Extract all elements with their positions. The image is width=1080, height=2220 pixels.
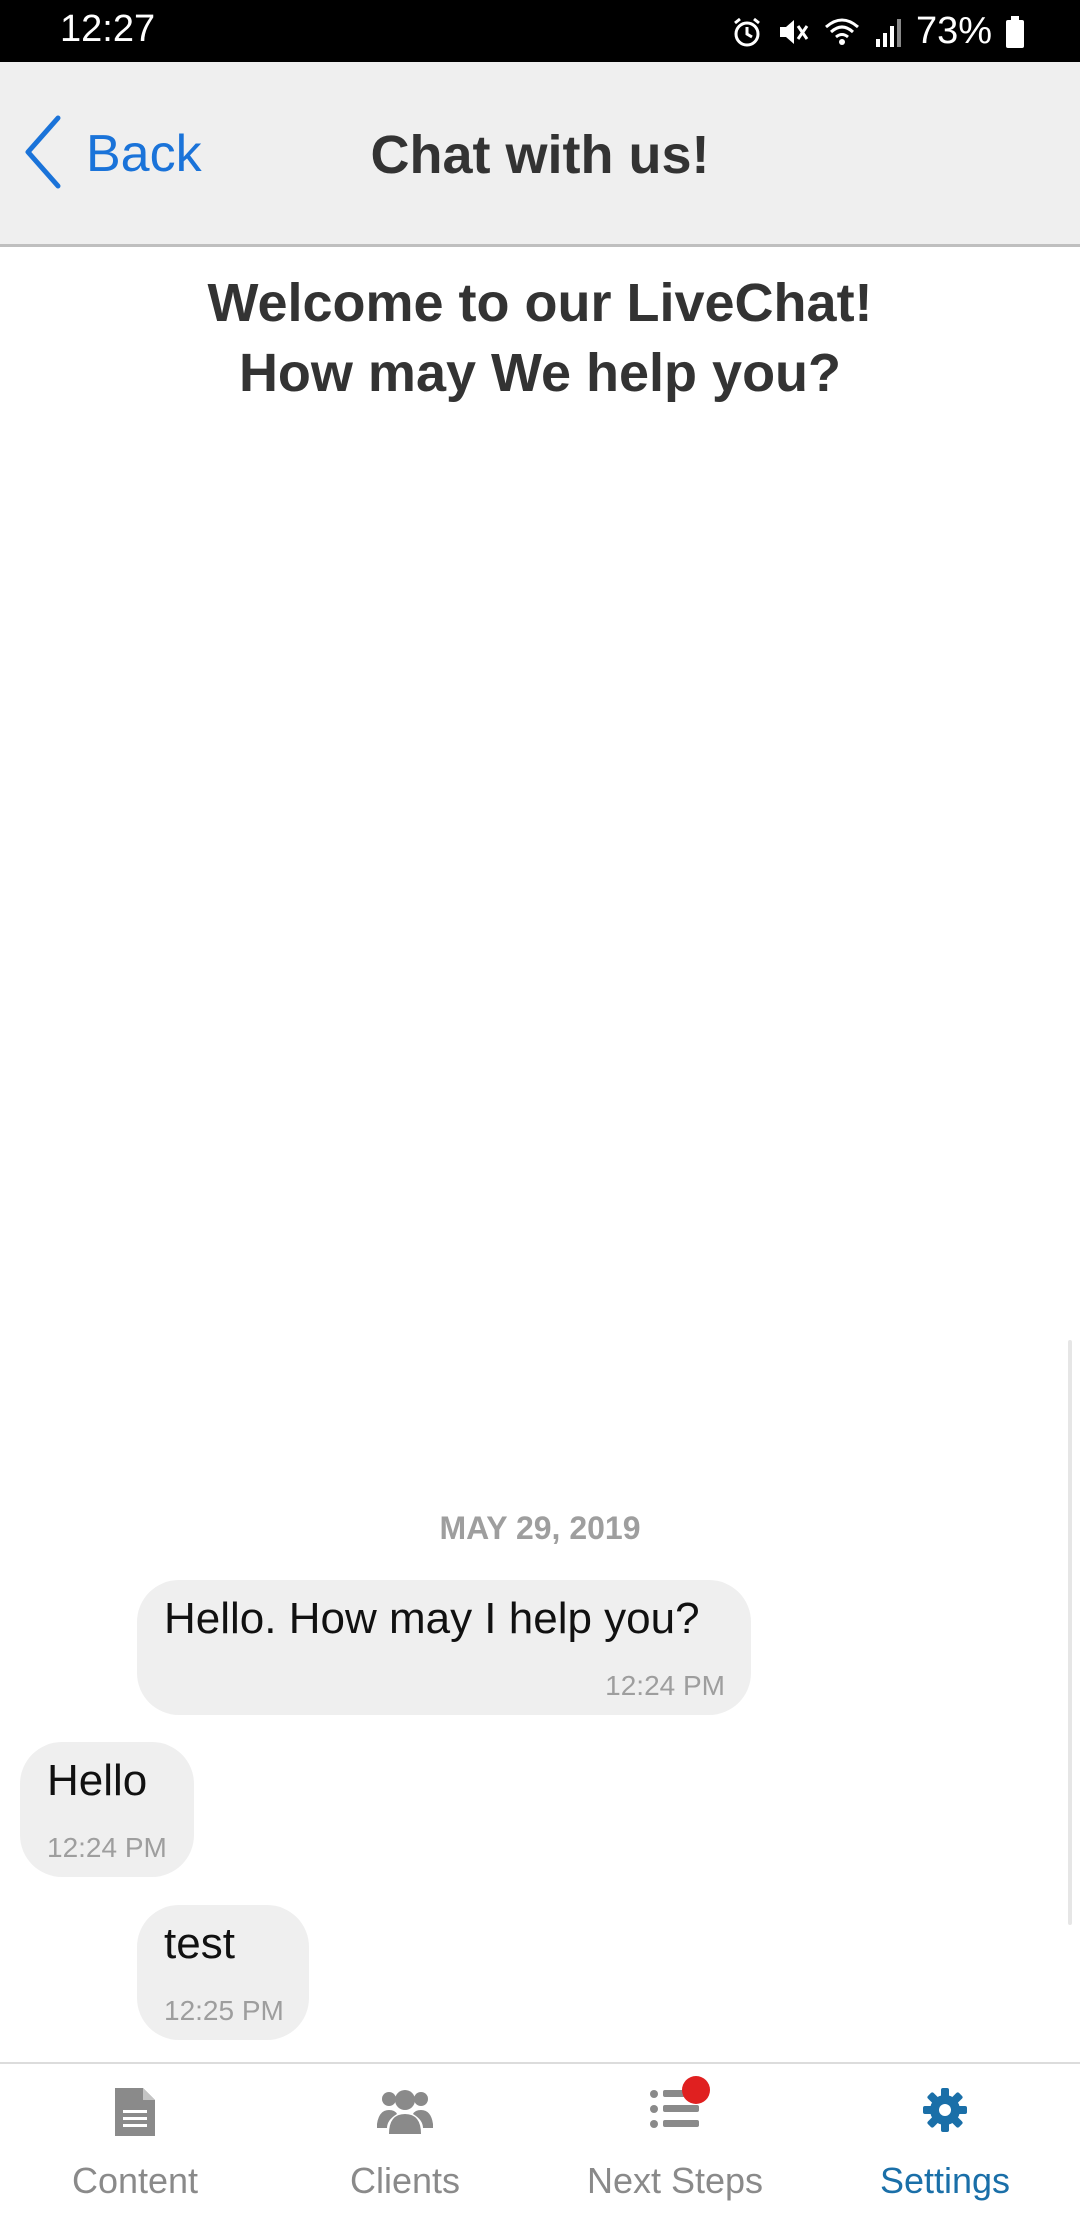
message-bubble[interactable]: Hello 12:24 PM [20, 1742, 194, 1877]
welcome-line-1: Welcome to our LiveChat! [207, 273, 873, 333]
welcome-line-2: How may We help you? [238, 343, 842, 403]
battery-percent: 73% [915, 10, 992, 52]
message-time: 12:25 PM [164, 1995, 284, 2026]
message-text: Hello. How may I help you? [164, 1594, 700, 1643]
message-text: test [164, 1919, 235, 1968]
tab-bar: Content Clients Next Steps Settings [0, 2062, 1080, 2220]
tab-clients[interactable]: Clients [270, 2064, 540, 2220]
message-time: 12:24 PM [605, 1670, 725, 1701]
message-time: 12:24 PM [47, 1832, 167, 1863]
tab-content[interactable]: Content [0, 2064, 270, 2220]
document-icon [113, 2086, 157, 2143]
page-title: Chat with us! [370, 125, 710, 185]
wifi-icon [822, 15, 862, 49]
tab-next-steps[interactable]: Next Steps [540, 2064, 810, 2220]
message-bubble[interactable]: Hello. How may I help you? 12:24 PM [137, 1580, 751, 1715]
tab-label: Clients [349, 2160, 461, 2201]
status-bar: 12:27 73% [0, 0, 1080, 62]
message-text: Hello [47, 1756, 148, 1805]
tab-settings[interactable]: Settings [810, 2064, 1080, 2220]
notification-badge [682, 2076, 710, 2104]
tab-label: Next Steps [586, 2160, 764, 2201]
mute-icon [776, 15, 810, 49]
gear-icon [921, 2086, 969, 2139]
tab-label: Content [71, 2160, 199, 2201]
status-icons: 73% [730, 10, 1026, 53]
battery-icon [1004, 15, 1026, 49]
welcome-message: Welcome to our LiveChat! How may We help… [0, 268, 1080, 408]
signal-icon [874, 15, 904, 49]
status-time: 12:27 [60, 8, 156, 50]
scrollbar[interactable] [1068, 1340, 1072, 1925]
date-separator: MAY 29, 2019 [439, 1510, 641, 1546]
nav-bar: Back Chat with us! [0, 62, 1080, 247]
message-bubble[interactable]: test 12:25 PM [137, 1905, 309, 2040]
users-icon [377, 2086, 433, 2141]
chat-screen: 12:27 73% Back Chat with us! Welcome to … [0, 0, 1080, 2220]
tab-label: Settings [879, 2160, 1011, 2201]
alarm-icon [730, 15, 764, 49]
